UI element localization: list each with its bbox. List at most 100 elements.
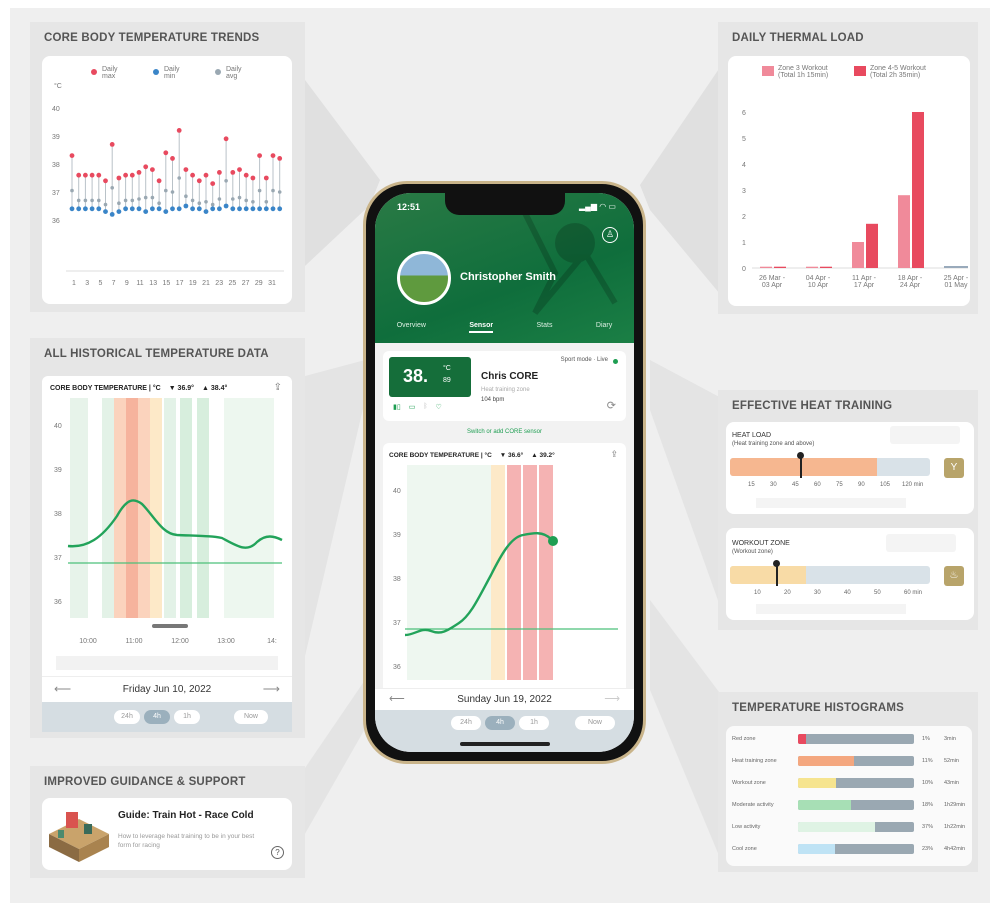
x-tick: 18 Apr - [898,275,923,282]
tab-sensor[interactable]: Sensor [469,322,494,333]
histogram-title: TEMPERATURE HISTOGRAMS [732,702,905,714]
x-tick: 11:00 [126,638,143,645]
phone-range-4h[interactable]: 4h [485,716,515,730]
avg-point [210,202,215,207]
tick-label: 75 [836,482,843,488]
scroll-handle[interactable] [152,624,188,628]
max-point [109,142,115,147]
account-icon[interactable]: ♙ [602,227,618,243]
range-4h[interactable]: 4h [144,710,170,724]
x-tick: 13:00 [217,638,235,645]
max-point [203,172,209,178]
avg-point [137,197,141,201]
phone-share-icon[interactable]: ⇪ [610,449,618,460]
min-point [76,206,82,212]
phone-range-24h[interactable]: 24h [451,716,481,730]
max-point [183,167,189,172]
phone-now-button[interactable]: Now [575,716,615,730]
avg-point [177,176,181,180]
max-point [217,170,222,175]
y-tick: 36 [393,664,401,671]
hist-time: 4h42min [944,846,966,852]
zone-band [224,398,274,618]
avg-point [103,202,108,207]
y-tick: 38 [393,576,401,583]
phone-date-bar: ⟵ Sunday Jun 19, 2022 ⟶ [375,688,634,710]
phone-next-icon[interactable]: ⟶ [604,692,620,705]
legend-label: (Total 1h 15min) [778,72,828,79]
tick-label: 45 [792,482,799,488]
tick-label: 90 [858,482,865,488]
max-point [96,172,102,178]
min-point [263,206,269,212]
historical-card-title: CORE BODY TEMPERATURE | °C [50,385,161,392]
info-icon[interactable]: ? [271,846,284,859]
switch-sensor-link[interactable]: Switch or add CORE sensor [375,429,634,435]
bar-zone45 [912,112,924,268]
legend-label: (Total 2h 35min) [870,72,920,79]
zone-band [138,398,150,618]
hist-fill [798,800,852,810]
home-indicator [460,742,550,746]
tick-label: 20 [784,590,791,596]
x-tick: 7 [112,280,116,287]
temp-value: 38. [403,366,429,386]
range-24h[interactable]: 24h [114,710,140,724]
tick-label: 15 [748,482,755,488]
sensor-card[interactable]: 38. °C 89 ▮▯ ▭ ᛒ ♡ Sport mode · Live Chris … [383,351,626,421]
share-icon[interactable]: ⇪ [274,382,282,393]
legend-dot [91,69,97,75]
historical-panel: ALL HISTORICAL TEMPERATURE DATA CORE BOD… [30,338,305,738]
avg-point [231,197,235,201]
workout-icon[interactable]: ♨ [944,566,964,586]
x-tick: 26 Mar - [759,275,786,282]
max-point [250,175,256,181]
trends-panel: CORE BODY TEMPERATURE TRENDS Daily max Dai… [30,22,305,312]
heart-rate: 104 bpm [481,397,505,403]
min-point [277,206,283,212]
hist-label: Moderate activity [732,802,774,808]
avg-point [143,195,148,200]
min-point [217,206,222,212]
zone-band [114,398,126,618]
phone-range-1h[interactable]: 1h [519,716,549,730]
bar-zone45 [774,266,786,268]
tab-overview[interactable]: Overview [397,322,426,333]
hist-pct: 23% [922,846,934,852]
heat-load-track [730,452,930,478]
min-point [196,206,202,212]
next-arrow-icon[interactable]: ⟶ [263,682,280,696]
min-point [257,206,262,212]
y-tick: 5 [742,136,746,143]
max-point [243,172,249,178]
tick-label: 120 min [902,482,924,488]
hist-track [798,756,914,766]
heat-load-sub: (Heat training zone and above) [732,441,815,447]
max-point [230,170,236,175]
tab-diary[interactable]: Diary [596,322,612,333]
min-point [176,206,182,212]
target-icon[interactable]: Y [944,458,964,478]
phone-max: ▲ 39.2° [531,452,555,459]
now-button[interactable]: Now [234,710,268,724]
max-point [123,172,128,178]
guidance-card[interactable]: Guide: Train Hot - Race Cold How to leve… [42,798,292,870]
max-point [263,175,269,181]
hist-track [798,822,914,832]
range-1h[interactable]: 1h [174,710,200,724]
min-point [143,209,149,215]
sync-icon[interactable]: ⟳ [607,399,616,412]
phone-min: ▼ 36.6° [499,452,524,459]
zone-band [407,465,491,680]
x-tick: 10:00 [79,638,97,645]
hist-track [798,800,914,810]
sauna-illustration-icon [49,812,109,862]
avatar[interactable] [397,251,451,305]
hist-track [798,734,914,744]
hist-time: 1h22min [944,824,966,830]
avg-point [164,188,168,193]
thermal-title: DAILY THERMAL LOAD [732,32,864,44]
tab-stats[interactable]: Stats [537,322,553,333]
bluetooth-icon: ᛒ [423,403,428,410]
min-point [150,206,155,212]
